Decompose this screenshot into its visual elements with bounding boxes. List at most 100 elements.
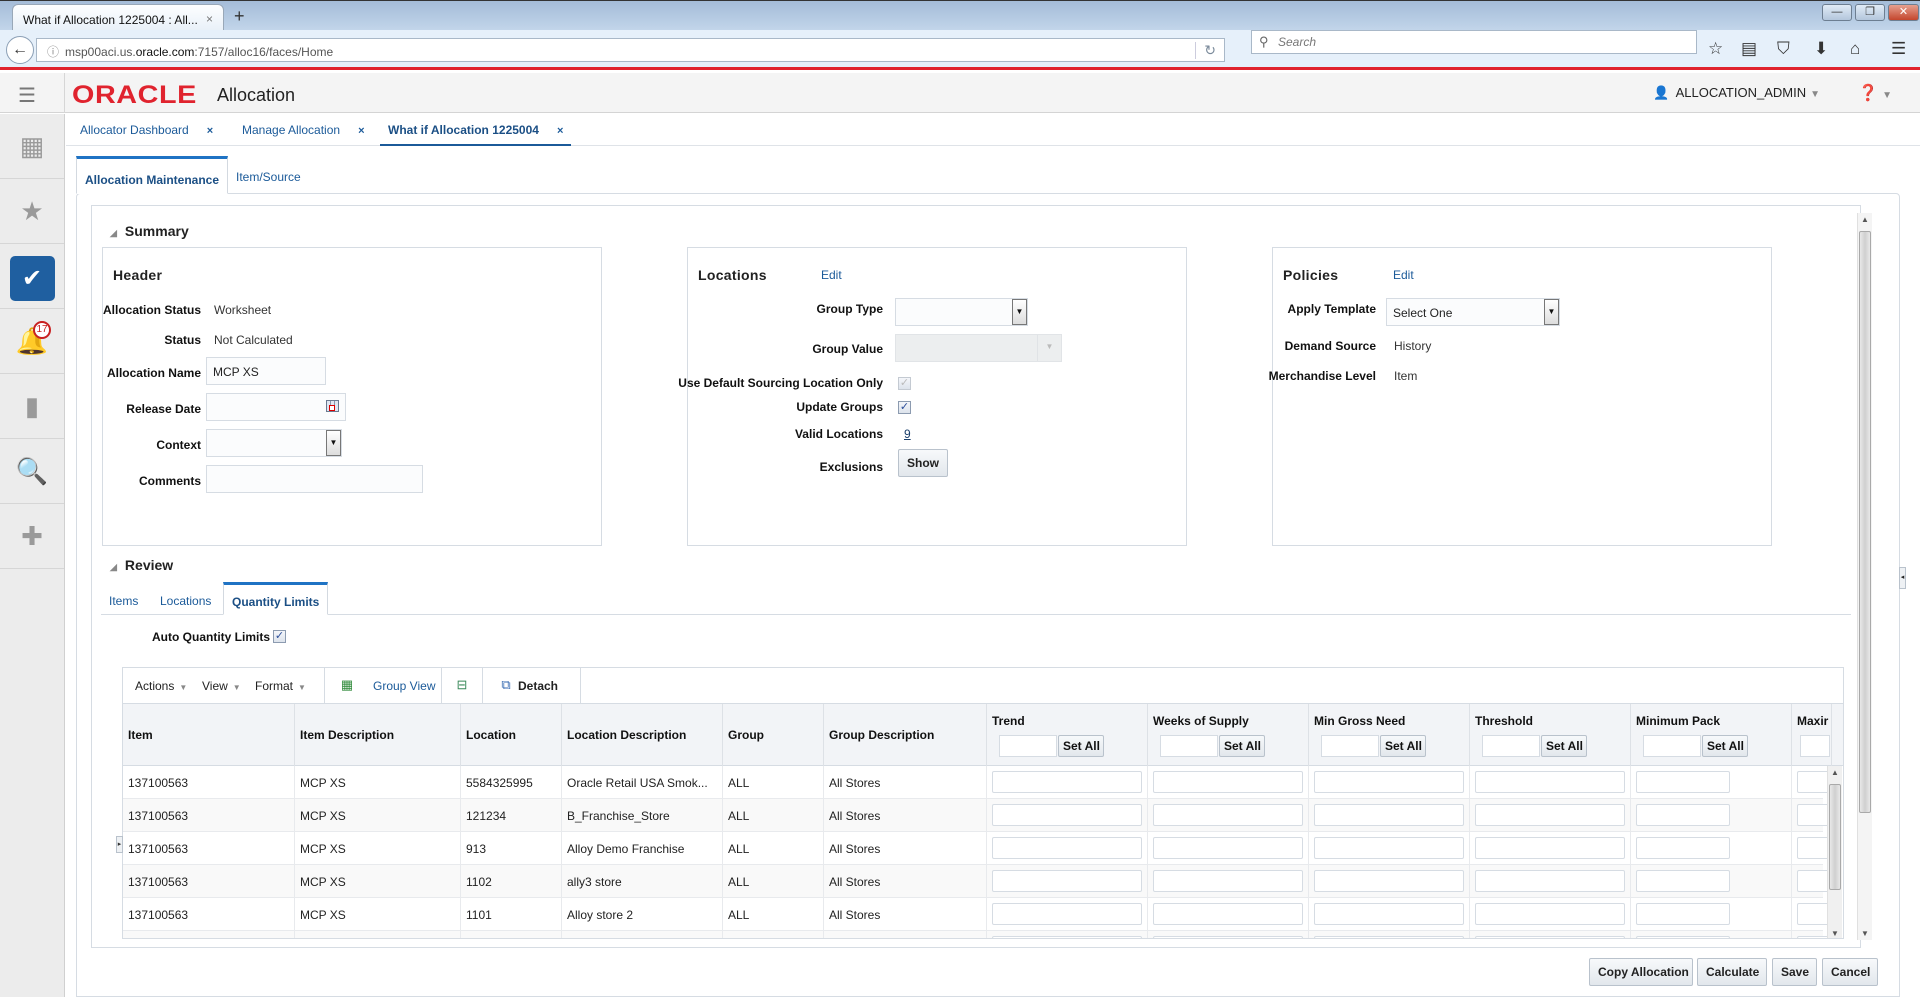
comments-input[interactable]: [206, 465, 423, 493]
export-excel-icon[interactable]: ▦: [339, 677, 355, 693]
weeks-of-supply-input[interactable]: [1153, 804, 1303, 826]
threshold-input[interactable]: [1475, 903, 1625, 925]
scroll-down-arrow-icon[interactable]: ▼: [1858, 929, 1872, 938]
tab-allocation-maintenance[interactable]: Allocation Maintenance: [76, 156, 229, 194]
locations-edit-link[interactable]: Edit: [821, 268, 842, 282]
valid-locations-link[interactable]: 9: [904, 427, 911, 441]
policies-edit-link[interactable]: Edit: [1393, 268, 1414, 282]
col-header-label[interactable]: Trend: [992, 714, 1025, 728]
sidebar-item-favorites[interactable]: ★: [0, 179, 64, 244]
tab-what-if-allocation[interactable]: What if Allocation 1225004 ×: [380, 114, 572, 146]
min-gross-need-input[interactable]: [1314, 771, 1464, 793]
allocation-name-input[interactable]: MCP XS: [206, 357, 326, 385]
download-icon[interactable]: ⬇: [1814, 39, 1828, 59]
address-bar[interactable]: ⓘ msp00aci.us.oracle.com:7157/alloc16/fac…: [36, 38, 1225, 62]
collapse-pane-icon[interactable]: ◂: [1899, 567, 1906, 589]
sidebar-item-allocations[interactable]: ✔: [0, 244, 64, 309]
table-row[interactable]: 137100563 MCP XS 1102 ally3 store ALL All Sto…: [123, 865, 1832, 898]
close-tab-icon[interactable]: ×: [206, 12, 213, 26]
table-row[interactable]: 137100563 MCP XS 913 Alloy Demo Franchise AL…: [123, 832, 1832, 865]
sidebar-item-notifications[interactable]: 🔔 17: [0, 309, 64, 374]
page-scrollbar-thumb[interactable]: [1859, 231, 1871, 813]
save-button[interactable]: Save: [1772, 958, 1817, 986]
table-row[interactable]: 137100563 MCP XS 5584325995 Oracle Retail U…: [123, 766, 1832, 799]
group-view-link[interactable]: Group View: [373, 679, 435, 693]
scroll-up-arrow-icon[interactable]: ▲: [1828, 768, 1842, 777]
col-header-group-description[interactable]: Group Description: [824, 704, 987, 766]
table-row[interactable]: [123, 931, 1832, 938]
tab-locations[interactable]: Locations: [152, 582, 219, 615]
threshold-input[interactable]: [1475, 870, 1625, 892]
browser-tab[interactable]: What if Allocation 1225004 : All... ×: [12, 4, 224, 31]
min-gross-need-input[interactable]: [1314, 903, 1464, 925]
close-icon[interactable]: ×: [358, 125, 364, 137]
table-row[interactable]: 137100563 MCP XS 121234 B_Franchise_Store AL…: [123, 799, 1832, 832]
pocket-icon[interactable]: ⛉: [1777, 39, 1790, 59]
set-all-button[interactable]: Set All: [1702, 735, 1748, 757]
review-section-header[interactable]: ◢ Review: [110, 557, 173, 573]
reload-icon[interactable]: ↻: [1195, 42, 1216, 59]
set-all-input[interactable]: [1482, 735, 1540, 757]
help-menu[interactable]: ❓ ▼: [1858, 83, 1892, 103]
threshold-input[interactable]: [1475, 804, 1625, 826]
minimum-pack-input[interactable]: [1636, 870, 1730, 892]
release-date-input[interactable]: [206, 393, 346, 421]
query-by-example-icon[interactable]: ⊟: [454, 677, 470, 693]
minimum-pack-input[interactable]: [1636, 936, 1730, 938]
set-all-button[interactable]: Set All: [1058, 735, 1104, 757]
col-header-location[interactable]: Location: [461, 704, 562, 766]
context-select[interactable]: ▼: [206, 429, 342, 457]
tab-allocator-dashboard[interactable]: Allocator Dashboard ×: [80, 114, 213, 146]
user-menu[interactable]: 👤 ALLOCATION_ADMIN ▼: [1653, 85, 1820, 101]
tab-manage-allocation[interactable]: Manage Allocation ×: [242, 114, 365, 146]
sidebar-item-create[interactable]: ✚: [0, 504, 64, 569]
menu-icon[interactable]: ☰: [1891, 39, 1906, 59]
threshold-input[interactable]: [1475, 771, 1625, 793]
min-gross-need-input[interactable]: [1314, 870, 1464, 892]
trend-input[interactable]: [992, 804, 1142, 826]
set-all-button[interactable]: Set All: [1219, 735, 1265, 757]
copy-allocation-button[interactable]: Copy Allocation: [1589, 958, 1693, 986]
back-button[interactable]: ←: [6, 36, 34, 64]
weeks-of-supply-input[interactable]: [1153, 837, 1303, 859]
show-exclusions-button[interactable]: Show: [898, 449, 948, 477]
trend-input[interactable]: [992, 903, 1142, 925]
trend-input[interactable]: [992, 771, 1142, 793]
col-header-label[interactable]: Weeks of Supply: [1153, 714, 1249, 728]
calculate-button[interactable]: Calculate: [1697, 958, 1767, 986]
weeks-of-supply-input[interactable]: [1153, 771, 1303, 793]
set-all-button[interactable]: Set All: [1541, 735, 1587, 757]
set-all-input[interactable]: [1643, 735, 1701, 757]
trend-input[interactable]: [992, 837, 1142, 859]
close-icon[interactable]: ×: [557, 125, 563, 137]
col-header-item[interactable]: Item: [123, 704, 295, 766]
apply-template-select[interactable]: Select One ▼: [1386, 298, 1560, 326]
sidebar-item-tasks[interactable]: ▦: [0, 114, 64, 179]
set-all-input[interactable]: [1800, 735, 1830, 757]
navigator-toggle-icon[interactable]: ☰: [18, 83, 46, 108]
close-icon[interactable]: ×: [207, 125, 213, 137]
set-all-input[interactable]: [999, 735, 1057, 757]
tab-items[interactable]: Items: [101, 582, 146, 615]
trend-input[interactable]: [992, 936, 1142, 938]
col-header-label[interactable]: Min Gross Need: [1314, 714, 1405, 728]
group-type-select[interactable]: ▼: [895, 298, 1028, 326]
min-gross-need-input[interactable]: [1314, 837, 1464, 859]
home-icon[interactable]: ⌂: [1850, 39, 1860, 59]
format-menu[interactable]: Format ▼: [255, 679, 306, 693]
new-tab-button[interactable]: +: [234, 6, 245, 27]
table-scrollbar[interactable]: ▲ ▼: [1827, 766, 1842, 938]
cancel-button[interactable]: Cancel: [1822, 958, 1878, 986]
weeks-of-supply-input[interactable]: [1153, 903, 1303, 925]
restore-button[interactable]: ❐: [1855, 4, 1885, 21]
scroll-up-arrow-icon[interactable]: ▲: [1858, 215, 1872, 224]
weeks-of-supply-input[interactable]: [1153, 936, 1303, 938]
col-header-label[interactable]: Maxir: [1797, 714, 1828, 728]
calendar-icon[interactable]: [326, 400, 339, 412]
browser-search-input[interactable]: ⚲ Search: [1251, 30, 1697, 54]
minimum-pack-input[interactable]: [1636, 771, 1730, 793]
col-header-item-description[interactable]: Item Description: [295, 704, 461, 766]
summary-section-header[interactable]: ◢ Summary: [110, 223, 189, 239]
dropdown-arrow-icon[interactable]: ▼: [1544, 299, 1559, 325]
minimize-button[interactable]: —: [1822, 4, 1852, 21]
